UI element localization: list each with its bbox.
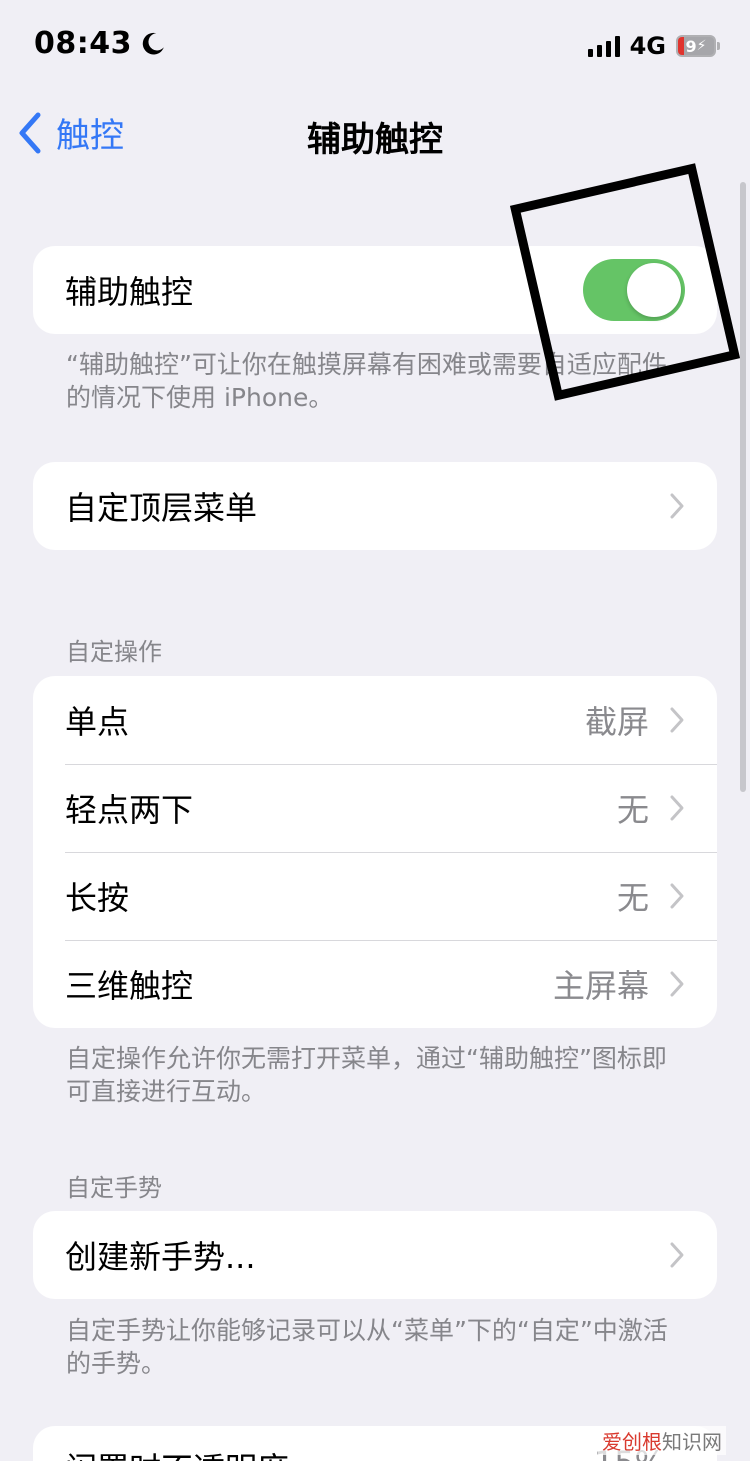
custom-actions-footer: 自定操作允许你无需打开菜单，通过“辅助触控”图标即可直接进行互动。 [66, 1044, 667, 1106]
action-label: 单点 [65, 703, 130, 741]
custom-actions-group: 单点 截屏 轻点两下 无 长按 无 三维触控 主屏幕 [33, 676, 717, 1028]
action-label: 三维触控 [65, 967, 194, 1005]
watermark: 爱创根知识网 [598, 1426, 726, 1455]
action-label: 长按 [65, 879, 130, 917]
chevron-right-icon [670, 493, 684, 519]
list-item-double-tap[interactable]: 轻点两下 无 [33, 764, 717, 852]
battery-icon: 9 ⚡ [676, 35, 720, 57]
chevron-right-icon [670, 883, 684, 909]
custom-gestures-group: 创建新手势... [33, 1211, 717, 1299]
scrollbar[interactable] [740, 182, 746, 792]
network-type: 4G [629, 32, 666, 60]
cellular-signal-icon [587, 35, 620, 57]
custom-actions-header: 自定操作 [66, 638, 162, 666]
chevron-right-icon [670, 971, 684, 997]
list-item-long-press[interactable]: 长按 无 [33, 852, 717, 940]
chevron-right-icon [670, 1242, 684, 1268]
list-item-3d-touch[interactable]: 三维触控 主屏幕 [33, 940, 717, 1028]
moon-icon [142, 32, 164, 55]
settings-screen: 08:43 4G 9 ⚡ 触控 辅助触控 辅助触控 “辅助触控”可让你在触摸屏幕… [0, 0, 750, 1461]
action-value: 主屏幕 [552, 967, 649, 1005]
battery-level: 9 [685, 36, 697, 56]
chevron-right-icon [670, 795, 684, 821]
action-value: 无 [616, 879, 649, 917]
status-indicators: 4G 9 ⚡ [587, 32, 720, 60]
charging-bolt-icon: ⚡ [696, 38, 707, 54]
assistive-touch-label: 辅助触控 [65, 273, 194, 311]
customize-top-menu-row[interactable]: 自定顶层菜单 [33, 462, 717, 550]
action-value: 截屏 [584, 703, 649, 741]
page-title: 辅助触控 [307, 120, 443, 160]
custom-gestures-header: 自定手势 [66, 1174, 162, 1202]
action-value: 无 [616, 791, 649, 829]
action-label: 轻点两下 [65, 791, 194, 829]
chevron-right-icon [670, 707, 684, 733]
watermark-text: 知识网 [662, 1430, 722, 1454]
status-time-text: 08:43 [34, 26, 132, 61]
list-item-single-tap[interactable]: 单点 截屏 [33, 676, 717, 764]
customize-top-menu-label: 自定顶层菜单 [65, 489, 258, 527]
watermark-accent-text: 爱创根 [602, 1430, 662, 1454]
create-new-gesture-row[interactable]: 创建新手势... [33, 1211, 717, 1299]
idle-opacity-label: 闲置时不透明度 [65, 1444, 594, 1461]
create-new-gesture-label: 创建新手势... [65, 1238, 256, 1276]
top-menu-group: 自定顶层菜单 [33, 462, 717, 550]
status-time: 08:43 [34, 26, 166, 61]
custom-gestures-footer: 自定手势让你能够记录可以从“菜单”下的“自定”中激活的手势。 [66, 1316, 668, 1378]
